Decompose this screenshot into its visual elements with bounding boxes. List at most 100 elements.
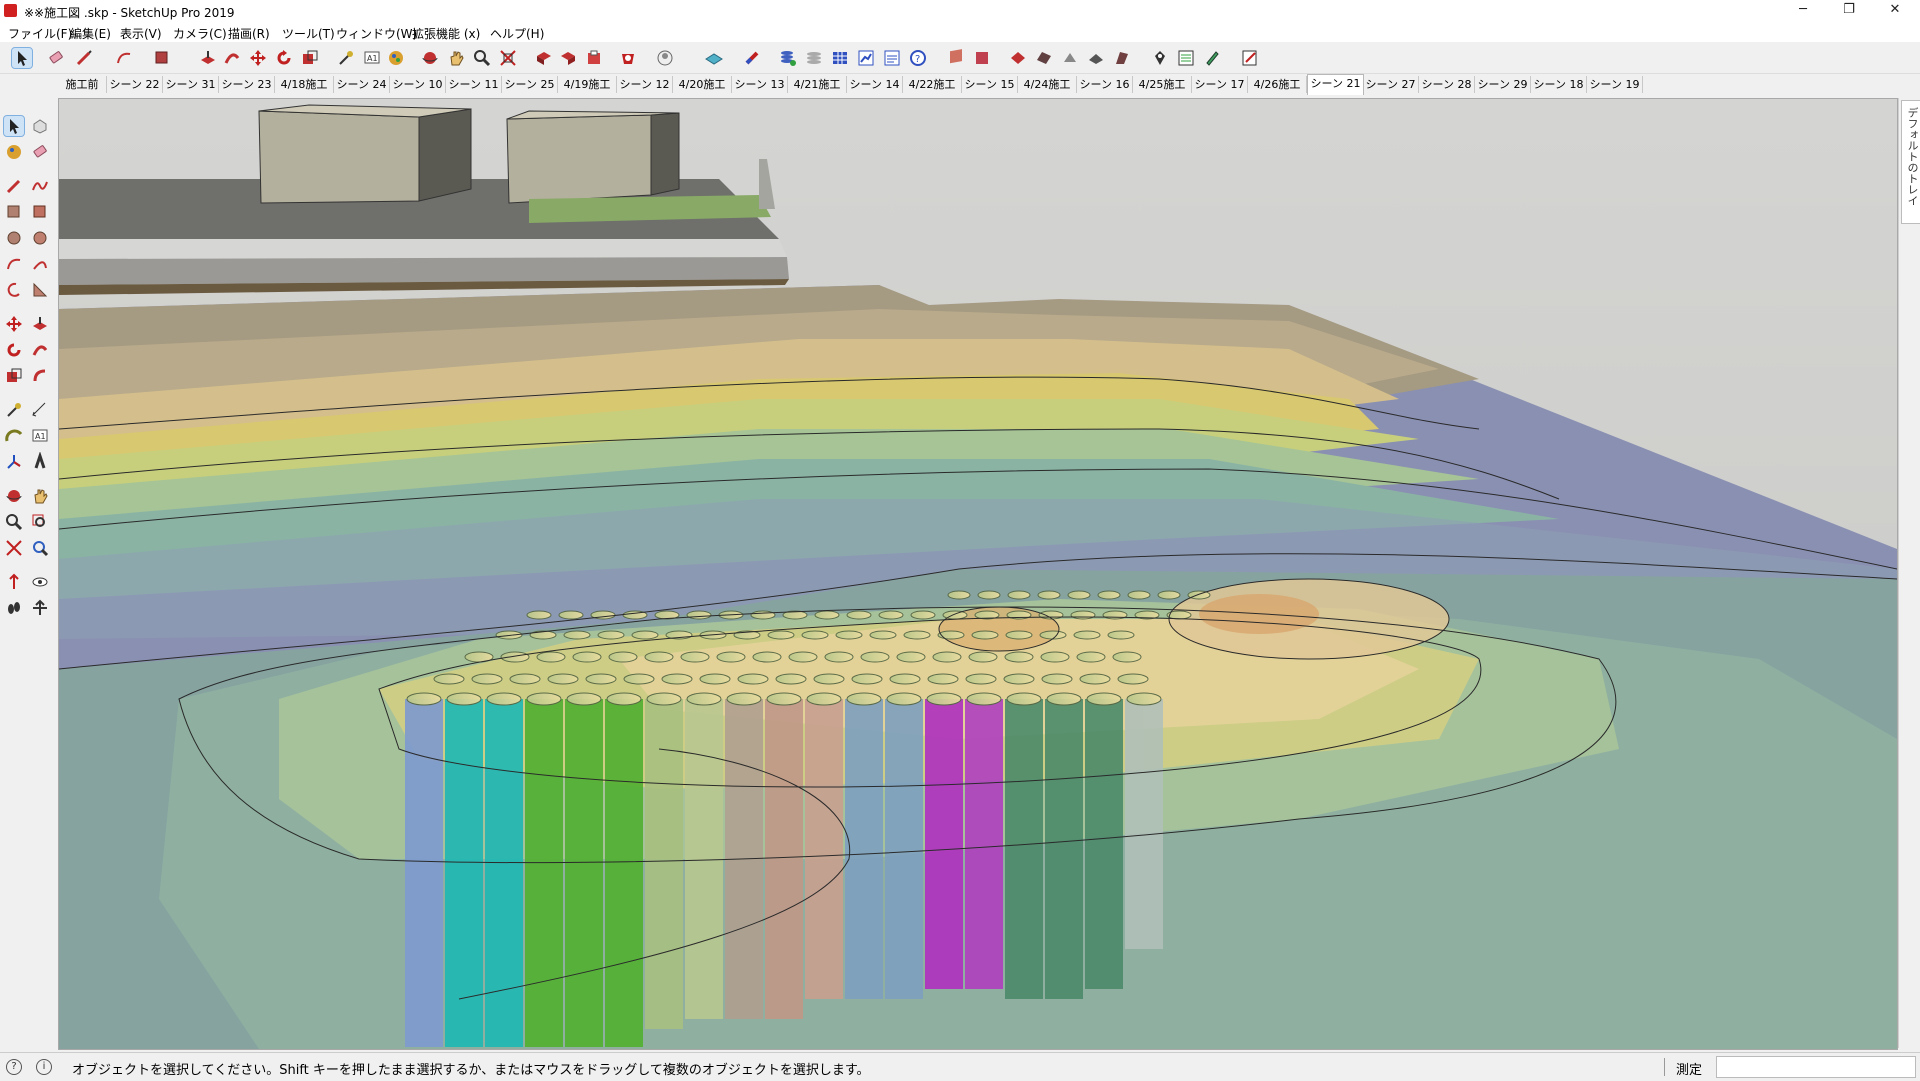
sandbox-icon[interactable] — [704, 48, 724, 68]
tab-scene[interactable]: シーン 10 — [390, 76, 446, 93]
share-component-icon[interactable] — [584, 48, 604, 68]
menu-camera[interactable]: カメラ(C) — [173, 25, 227, 42]
link-tool-icon[interactable] — [742, 48, 762, 68]
line-tool-icon[interactable] — [4, 176, 24, 196]
table-icon[interactable] — [830, 48, 850, 68]
zoom-extents-tool-icon[interactable] — [498, 48, 518, 68]
default-tray-tab[interactable]: デフォルトのトレイ — [1901, 100, 1920, 224]
orbit-tool-icon[interactable] — [420, 48, 440, 68]
section-plane-tool-icon[interactable] — [30, 598, 50, 618]
measurements-input[interactable] — [1716, 1056, 1916, 1078]
push-pull-tool-icon[interactable] — [30, 314, 50, 334]
follow-me-tool-icon[interactable] — [222, 48, 242, 68]
scale-tool-icon[interactable] — [4, 366, 24, 386]
tab-scene[interactable]: シーン 14 — [847, 76, 903, 93]
menu-draw[interactable]: 描画(R) — [228, 25, 270, 42]
rectangle-tool-icon[interactable] — [4, 202, 24, 222]
select-tool-icon[interactable] — [3, 115, 25, 137]
protractor-tool-icon[interactable] — [4, 426, 24, 446]
rotate-tool-icon[interactable] — [274, 48, 294, 68]
info-icon[interactable]: i — [36, 1059, 52, 1075]
make-component-icon[interactable] — [30, 116, 50, 136]
menu-view[interactable]: 表示(V) — [120, 25, 162, 42]
tab-scene[interactable]: 施工前 — [58, 76, 107, 93]
eraser-tool-icon[interactable] — [46, 48, 66, 68]
menu-tools[interactable]: ツール(T) — [282, 25, 335, 42]
text-tool-icon[interactable]: A1 — [362, 48, 382, 68]
solid-subtract-icon[interactable] — [1034, 48, 1054, 68]
instructor-icon[interactable] — [1202, 48, 1222, 68]
pie-tool-icon[interactable] — [30, 280, 50, 300]
walk-tool-icon[interactable] — [4, 598, 24, 618]
3d-text-tool-icon[interactable] — [30, 451, 50, 472]
tab-scene[interactable]: シーン 23 — [219, 76, 275, 93]
eraser-tool-icon[interactable] — [30, 142, 50, 162]
extension-warehouse-icon[interactable] — [618, 48, 638, 68]
zoom-tool-icon[interactable] — [472, 48, 492, 68]
layout-send-icon[interactable] — [1240, 48, 1260, 68]
tab-scene[interactable]: 4/24施工 — [1018, 76, 1077, 93]
tab-scene[interactable]: 4/25施工 — [1133, 76, 1192, 93]
solid-split-icon[interactable] — [1086, 48, 1106, 68]
tab-scene[interactable]: シーン 28 — [1419, 76, 1475, 93]
pan-tool-icon[interactable] — [30, 486, 50, 506]
circle-tool-icon[interactable] — [4, 228, 24, 248]
restore-button[interactable]: ❐ — [1826, 0, 1872, 22]
tab-scene[interactable]: 4/19施工 — [558, 76, 617, 93]
geo-location-icon[interactable]: ? — [6, 1059, 22, 1075]
paint-bucket-tool-icon[interactable] — [386, 48, 406, 68]
orbit-tool-icon[interactable] — [4, 486, 24, 506]
tab-scene[interactable]: シーン 13 — [732, 76, 788, 93]
line-tool-icon[interactable] — [74, 48, 94, 68]
close-button[interactable]: ✕ — [1872, 0, 1918, 22]
3d-warehouse-icon[interactable] — [534, 48, 554, 68]
paint-bucket-tool-icon[interactable] — [4, 142, 24, 162]
offset-tool-icon[interactable] — [30, 366, 50, 386]
freehand-tool-icon[interactable] — [30, 176, 50, 196]
entity-info-icon[interactable] — [1176, 48, 1196, 68]
layers-icon[interactable] — [804, 48, 824, 68]
two-point-arc-tool-icon[interactable] — [30, 254, 50, 274]
share-model-icon[interactable] — [558, 48, 578, 68]
tape-measure-tool-icon[interactable] — [4, 400, 24, 420]
menu-file[interactable]: ファイル(F) — [8, 25, 72, 42]
tab-scene[interactable]: シーン 12 — [617, 76, 673, 93]
profile-icon[interactable] — [656, 48, 676, 68]
solid-union-icon[interactable] — [1008, 48, 1028, 68]
previous-view-icon[interactable] — [30, 538, 50, 558]
layers-add-icon[interactable] — [778, 48, 798, 68]
axes-tool-icon[interactable] — [4, 452, 24, 472]
report-icon[interactable] — [882, 48, 902, 68]
menu-extensions[interactable]: 拡張機能 (x) — [412, 25, 480, 42]
chart-icon[interactable] — [856, 48, 876, 68]
select-tool-icon[interactable] — [11, 47, 33, 69]
tape-measure-tool-icon[interactable] — [336, 48, 356, 68]
tab-scene[interactable]: シーン 24 — [334, 76, 390, 93]
menu-window[interactable]: ウィンドウ(W) — [336, 25, 417, 42]
tab-scene[interactable]: シーン 27 — [1363, 76, 1419, 93]
tab-scene[interactable]: シーン 11 — [446, 76, 502, 93]
solid-intersect-icon[interactable] — [1112, 48, 1132, 68]
arc-tool-icon[interactable] — [114, 48, 134, 68]
rotated-rectangle-tool-icon[interactable] — [30, 202, 50, 222]
arc-tool-icon[interactable] — [4, 254, 24, 274]
move-tool-icon[interactable] — [248, 48, 268, 68]
solid-trim-icon[interactable] — [1060, 48, 1080, 68]
section-plane-icon[interactable] — [946, 48, 966, 68]
menu-edit[interactable]: 編集(E) — [70, 25, 111, 42]
tab-scene[interactable]: シーン 22 — [107, 76, 163, 93]
text-tool-icon[interactable]: A1 — [30, 426, 50, 446]
location-icon[interactable] — [1150, 48, 1170, 68]
tab-scene[interactable]: 4/18施工 — [275, 76, 334, 93]
help-icon[interactable]: ? — [908, 48, 928, 68]
rotate-tool-icon[interactable] — [4, 340, 24, 360]
tab-scene[interactable]: 4/22施工 — [903, 76, 962, 93]
look-around-icon[interactable] — [30, 572, 50, 592]
polygon-tool-icon[interactable] — [30, 228, 50, 248]
tab-scene[interactable]: シーン 31 — [163, 76, 219, 93]
position-camera-icon[interactable] — [4, 572, 24, 592]
three-point-arc-tool-icon[interactable] — [4, 280, 24, 300]
pan-tool-icon[interactable] — [446, 48, 466, 68]
tab-scene[interactable]: シーン 15 — [962, 76, 1018, 93]
tab-scene[interactable]: シーン 25 — [502, 76, 558, 93]
